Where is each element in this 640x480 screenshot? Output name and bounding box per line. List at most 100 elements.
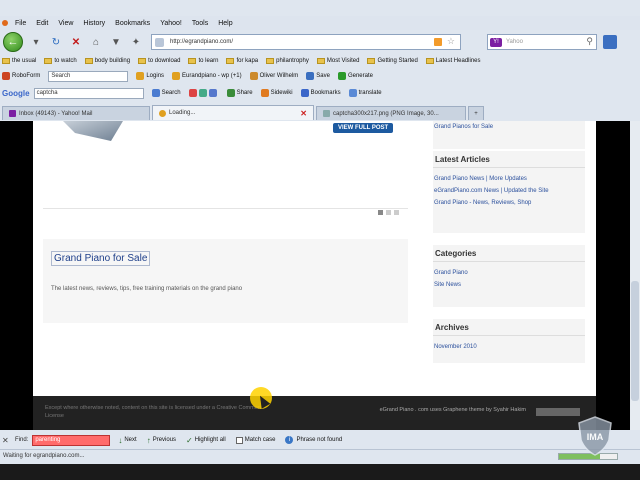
save-button[interactable]: Save [306, 72, 330, 80]
bookmark-item[interactable]: Latest Headlines [425, 58, 481, 64]
menu-yahoo[interactable]: Yahoo! [155, 20, 187, 27]
footer-badge[interactable] [536, 408, 580, 416]
roboform-search-input[interactable]: Search [48, 70, 129, 82]
sidebar: Grand Pianos for Sale Latest Articles Gr… [425, 121, 596, 430]
star-icon [300, 89, 309, 97]
web-page: VIEW FULL POST Grand Piano for Sale The … [33, 121, 596, 430]
bookmark-item[interactable]: the usual [2, 58, 36, 64]
rss-icon[interactable] [434, 38, 442, 46]
folder-icon [316, 58, 325, 64]
new-tab-button[interactable]: + [468, 106, 484, 120]
tab-captcha-image[interactable]: captcha300x217.png (PNG Image, 30... [316, 106, 466, 120]
menu-help[interactable]: Help [213, 20, 237, 27]
close-tab-icon[interactable]: ✕ [300, 109, 307, 118]
menu-history[interactable]: History [78, 20, 110, 27]
site-identity-icon[interactable] [155, 38, 164, 47]
status-text: Waiting for egrandpiano.com... [3, 453, 85, 459]
bookmark-label: body building [94, 58, 131, 64]
translate-button[interactable]: translate [348, 89, 382, 97]
menu-view[interactable]: View [53, 20, 78, 27]
vertical-scrollbar[interactable] [630, 121, 640, 430]
egrandpiano-login-button[interactable]: Eurandpiano - wp (+1) [172, 72, 242, 80]
bookmark-star-icon[interactable]: ☆ [447, 36, 455, 47]
back-button[interactable]: ← [3, 32, 23, 52]
bookmark-item[interactable]: Most Visited [316, 58, 360, 64]
ima-watermark-logo: IMA [578, 416, 612, 456]
google-search-button[interactable]: Search [151, 89, 181, 97]
highlight-icon: ✓ [186, 435, 193, 445]
yahoo-mail-icon [9, 110, 16, 117]
watermark-text: IMA [587, 432, 604, 442]
find-input[interactable]: parenting [32, 434, 111, 446]
url-bar[interactable]: http://egrandpiano.com/ ☆ [151, 34, 461, 50]
menu-edit[interactable]: Edit [31, 20, 53, 27]
tab-loading[interactable]: Loading... ✕ [152, 105, 314, 120]
match-case-checkbox[interactable]: Match case [235, 436, 275, 444]
view-full-post-button[interactable]: VIEW FULL POST [333, 123, 394, 133]
scrollbar-thumb[interactable] [631, 281, 639, 401]
bookmarks-button[interactable]: Bookmarks [300, 89, 341, 97]
arrow-down-icon: ↓ [118, 435, 123, 445]
search-bar[interactable]: Y! Yahoo ⚲ [487, 34, 597, 50]
category-link[interactable]: Site News [433, 279, 585, 291]
identity-button[interactable]: Oliver Wilhelm [249, 72, 298, 80]
tools-icon[interactable]: ✦ [129, 35, 143, 49]
latest-article-link[interactable]: eGrandPiano.com News | Updated the Site [433, 185, 585, 197]
google-toolbar: Google captcha Search Share Sidewiki Boo… [0, 86, 640, 100]
arrow-up-icon: ↑ [146, 435, 151, 445]
loading-spinner-icon [159, 109, 166, 117]
bookmark-item[interactable]: to watch [44, 58, 77, 64]
home-icon[interactable]: ⌂ [89, 35, 103, 49]
sidewiki-icon [260, 89, 269, 97]
close-find-icon[interactable]: ✕ [2, 436, 11, 445]
category-link[interactable]: Grand Piano [433, 267, 585, 279]
bookmark-item[interactable]: body building [84, 58, 131, 64]
find-previous-button[interactable]: ↑ Previous [147, 436, 176, 445]
stop-icon[interactable]: ✕ [69, 35, 83, 49]
highlight-all-button[interactable]: ✓ Highlight all [186, 436, 226, 445]
logins-button[interactable]: Logins [136, 72, 164, 80]
reload-icon[interactable]: ↻ [49, 35, 63, 49]
bookmark-item[interactable]: Getting Started [367, 58, 418, 64]
yahoo-engine-icon[interactable]: Y! [490, 38, 502, 47]
forward-icon[interactable]: ▾ [29, 35, 43, 49]
tab-yahoo-mail[interactable]: Inbox (49143) - Yahoo! Mail [2, 106, 150, 120]
addon-icon[interactable]: ▼ [109, 35, 123, 49]
post-title[interactable]: Grand Piano for Sale [51, 251, 151, 266]
share-button[interactable]: Share [226, 89, 253, 97]
bookmark-label: Getting Started [377, 58, 418, 64]
google-logo[interactable]: Google [2, 89, 30, 98]
bookmark-item[interactable]: for kapa [226, 58, 258, 64]
categories-widget: Categories Grand Piano Site News [433, 245, 585, 307]
find-next-button[interactable]: ↓ Next [118, 436, 136, 445]
bookmark-item[interactable]: to learn [188, 58, 218, 64]
roboform-icon [2, 72, 10, 80]
roboform-button[interactable]: RoboForm [2, 72, 40, 80]
menu-bookmarks[interactable]: Bookmarks [110, 20, 155, 27]
highlight-all-label: Highlight all [194, 437, 226, 443]
latest-article-link[interactable]: Grand Piano - News, Reviews, Shop [433, 197, 585, 209]
tab-label: Loading... [169, 110, 196, 116]
bookmark-label: Most Visited [326, 58, 360, 64]
sidebar-top-block: Grand Pianos for Sale [433, 121, 585, 149]
menu-tools[interactable]: Tools [187, 20, 213, 27]
bookmark-item[interactable]: philantrophy [266, 58, 309, 64]
toolbar-extension-icon[interactable] [603, 35, 617, 49]
bookmark-item[interactable]: to download [138, 58, 180, 64]
menu-file[interactable]: File [10, 20, 31, 27]
sidewiki-button[interactable]: Sidewiki [260, 89, 293, 97]
google-search-input[interactable]: captcha [33, 87, 144, 99]
roboform-toolbar: RoboForm Search Logins Eurandpiano - wp … [0, 69, 640, 83]
search-icon[interactable]: ⚲ [586, 36, 593, 47]
toolbar-icons[interactable] [188, 89, 219, 97]
bookmark-label: the usual [12, 58, 37, 64]
folder-icon [84, 58, 93, 64]
archive-link[interactable]: November 2010 [433, 341, 585, 353]
slider-dot[interactable] [378, 210, 383, 215]
sidewiki-label: Sidewiki [270, 90, 293, 96]
sidebar-top-link[interactable]: Grand Pianos for Sale [433, 121, 585, 133]
slider-dot[interactable] [394, 210, 399, 215]
slider-dot[interactable] [386, 210, 391, 215]
generate-button[interactable]: Generate [337, 72, 373, 80]
latest-article-link[interactable]: Grand Piano News | More Updates [433, 173, 585, 185]
